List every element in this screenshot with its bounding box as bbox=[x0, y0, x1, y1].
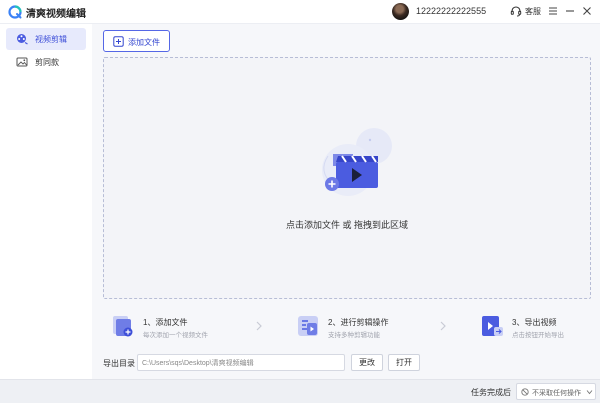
task-complete-label: 任务完成后 bbox=[471, 388, 511, 397]
app-title: 清爽视频编辑 bbox=[26, 9, 86, 20]
customer-service-link[interactable]: 客服 bbox=[525, 6, 541, 17]
step-title: 1、添加文件 bbox=[143, 318, 188, 327]
step-subtitle: 支持多种剪辑功能 bbox=[328, 332, 380, 339]
video-clapper-illustration-icon bbox=[322, 128, 392, 196]
export-step-icon bbox=[482, 316, 503, 336]
export-dir-label: 导出目录 bbox=[103, 359, 135, 368]
image-template-icon bbox=[16, 57, 28, 67]
step-export: 3、导出视频 点击按钮开始导出 bbox=[480, 314, 590, 340]
sidebar: 视频剪辑 剪同款 bbox=[0, 24, 92, 379]
task-complete-select[interactable]: 不采取任何操作 bbox=[516, 383, 596, 400]
change-dir-button[interactable]: 更改 bbox=[351, 354, 383, 371]
export-path-input[interactable] bbox=[137, 354, 345, 371]
step-add-file: 1、添加文件 每次添加一个视频文件 bbox=[111, 314, 241, 340]
step-subtitle: 每次添加一个视频文件 bbox=[143, 332, 208, 339]
add-file-icon bbox=[113, 36, 124, 47]
menu-icon[interactable] bbox=[546, 4, 560, 18]
film-reel-icon bbox=[17, 34, 28, 45]
add-file-step-icon bbox=[113, 316, 133, 337]
chevron-down-icon bbox=[586, 390, 593, 395]
step-subtitle: 点击按钮开始导出 bbox=[512, 332, 564, 339]
drop-zone[interactable]: 点击添加文件 或 拖拽到此区域 bbox=[103, 57, 591, 299]
open-dir-button[interactable]: 打开 bbox=[388, 354, 420, 371]
sidebar-item-video-edit[interactable]: 视频剪辑 bbox=[6, 28, 86, 50]
sidebar-item-label: 剪同款 bbox=[35, 58, 59, 67]
title-bar: 清爽视频编辑 12222222222555 客服 bbox=[0, 0, 600, 24]
close-icon[interactable] bbox=[580, 4, 594, 18]
headset-icon[interactable] bbox=[510, 5, 522, 17]
chevron-right-icon bbox=[440, 321, 446, 331]
add-file-label: 添加文件 bbox=[128, 38, 160, 47]
sidebar-item-label: 视频剪辑 bbox=[35, 35, 67, 44]
task-select-value: 不采取任何操作 bbox=[532, 390, 581, 397]
sidebar-item-same-style[interactable]: 剪同款 bbox=[6, 51, 86, 73]
chevron-right-icon bbox=[256, 321, 262, 331]
add-file-button[interactable]: 添加文件 bbox=[103, 30, 170, 52]
prohibited-icon bbox=[521, 388, 529, 396]
app-logo-icon bbox=[8, 5, 22, 19]
step-title: 2、进行剪辑操作 bbox=[328, 318, 389, 327]
step-title: 3、导出视频 bbox=[512, 318, 557, 327]
step-edit: 2、进行剪辑操作 支持多种剪辑功能 bbox=[296, 314, 416, 340]
minimize-icon[interactable] bbox=[563, 4, 577, 18]
status-bar: 任务完成后 不采取任何操作 bbox=[0, 379, 600, 403]
drop-hint-text: 点击添加文件 或 拖拽到此区域 bbox=[285, 220, 408, 230]
user-phone[interactable]: 12222222222555 bbox=[416, 6, 486, 16]
edit-step-icon bbox=[298, 316, 318, 336]
avatar[interactable] bbox=[392, 3, 409, 20]
